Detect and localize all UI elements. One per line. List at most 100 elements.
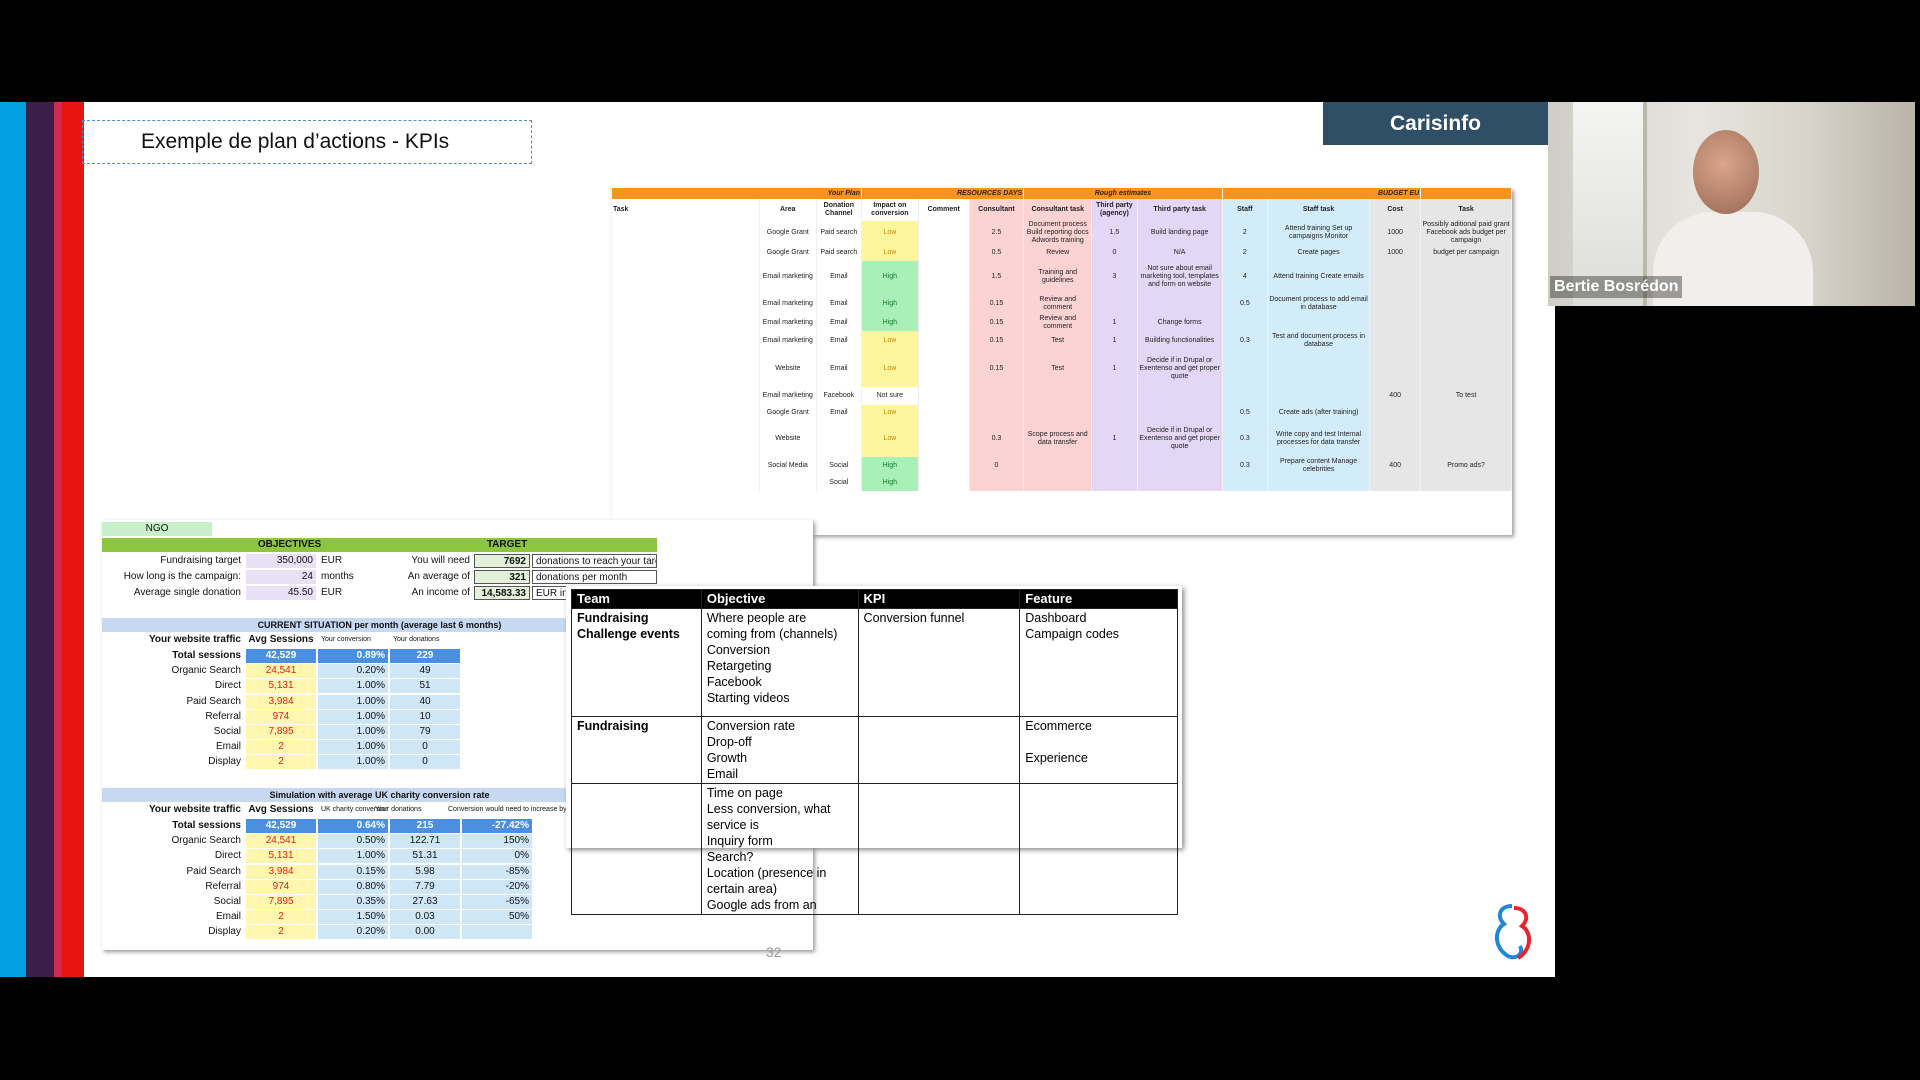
sessions-value: 2 — [246, 755, 316, 770]
plan-cell — [612, 221, 760, 245]
plan-cell: 1 — [1091, 421, 1138, 457]
plan-cell — [612, 245, 760, 261]
plan-row: Google Grant Email Low 0.5 Create ads (after… — [612, 405, 1512, 421]
target-label-text: An income of — [411, 587, 470, 598]
plan-cell: Review — [1023, 245, 1093, 261]
plan-cell — [1369, 315, 1422, 331]
kpi-kpi — [857, 783, 1021, 915]
slide-title: Exemple de plan d’actions - KPIs — [82, 120, 532, 164]
traffic-header: Your website traffic — [148, 634, 241, 645]
plan-cell — [1369, 261, 1422, 293]
plan-cell: Low — [861, 421, 919, 457]
plan-cell — [612, 293, 760, 315]
plan-cell — [1137, 475, 1223, 491]
plan-cell — [918, 457, 970, 475]
plan-column-header: Area — [759, 199, 817, 221]
sessions-value: 7,895 — [246, 725, 316, 739]
sessions-value: 5,131 — [246, 849, 316, 864]
plan-cell: High — [861, 475, 919, 491]
traffic-source: Referral — [205, 710, 241, 722]
plan-cell: Paid search — [816, 245, 863, 261]
plan-cell: Facebook — [816, 387, 863, 405]
plan-cell: 1.5 — [969, 261, 1025, 293]
sheet-row: Display 2 0.20% 0.00 — [102, 925, 813, 940]
plan-cell — [1420, 331, 1512, 351]
plan-cell — [1091, 405, 1138, 421]
traffic-source: Paid Search — [186, 695, 241, 707]
donations-value: 0.03 — [390, 910, 460, 925]
traffic-source: Display — [208, 926, 241, 938]
plan-cell — [1023, 457, 1093, 475]
plan-cell — [612, 421, 760, 457]
group-header-empty — [1420, 188, 1512, 199]
plan-cell: 0.3 — [1222, 421, 1269, 457]
donations-header: Your donations — [375, 806, 422, 813]
plan-row: Email marketing Email High 0.15 Review and c… — [612, 293, 1512, 315]
plan-cell — [612, 405, 760, 421]
kpi-feature: Ecommerce Experience — [1019, 716, 1178, 784]
plan-cell — [1420, 293, 1512, 315]
plan-cell: Social — [816, 475, 863, 491]
plan-cell: Build landing page — [1137, 221, 1223, 245]
plan-cell: Attend training Create emails — [1267, 261, 1371, 293]
plan-cell — [1222, 387, 1269, 405]
kpi-table-card: Team Objective KPI Feature Fundraising C… — [566, 586, 1182, 915]
plan-cell: Review and comment — [1023, 293, 1093, 315]
plan-group-header-row: Your Plan RESOURCES DAYS Rough estimates… — [612, 188, 1512, 199]
plan-cell — [1420, 351, 1512, 387]
plan-cell: Building functionalities — [1137, 331, 1223, 351]
plan-cell: Social — [816, 457, 863, 475]
plan-cell — [1023, 405, 1093, 421]
plan-cell: Email — [816, 261, 863, 293]
plan-cell: Social Media — [759, 457, 817, 475]
plan-row: Email marketing Email High 1.5 Training and … — [612, 261, 1512, 293]
plan-cell: Email — [816, 351, 863, 387]
plan-cell: Email marketing — [759, 261, 817, 293]
webcam-video-tile[interactable]: Bertie Bosrédon — [1548, 102, 1915, 306]
conversion-value: 0.20% — [318, 664, 388, 679]
plan-cell — [918, 351, 970, 387]
plan-cell — [969, 387, 1025, 405]
donations-value: 0 — [390, 755, 460, 770]
objective-value: 45.50 — [246, 586, 316, 600]
plan-cell — [1267, 315, 1371, 331]
plan-cell: Paid search — [816, 221, 863, 245]
donations-value: 215 — [390, 819, 460, 833]
plan-cell — [918, 475, 970, 491]
plan-cell: 0.3 — [1222, 331, 1269, 351]
objective-label: How long is the campaign: — [123, 571, 241, 582]
sessions-value: 2 — [246, 925, 316, 940]
plan-row: Email marketing Email High 0.15 Review and c… — [612, 315, 1512, 331]
target-label-text: An average of — [407, 571, 470, 582]
ngo-label: NGO — [102, 522, 212, 536]
traffic-header: Your website traffic — [148, 804, 241, 815]
sessions-value: 42,529 — [246, 819, 316, 833]
kpi-header-feature: Feature — [1019, 589, 1178, 609]
plan-cell: High — [861, 261, 919, 293]
kpi-kpi — [857, 716, 1021, 784]
plan-cell — [918, 405, 970, 421]
plan-cell: 4 — [1222, 261, 1269, 293]
plan-cell: 1 — [1091, 315, 1138, 331]
traffic-source: Total sessions — [172, 650, 241, 661]
plan-cell: 0.15 — [969, 315, 1025, 331]
plan-cell: Document process to add email in databas… — [1267, 293, 1371, 315]
plan-cell: 0.5 — [1222, 405, 1269, 421]
kpi-feature: Dashboard Campaign codes — [1019, 608, 1178, 717]
target-label-text: You will need — [411, 555, 470, 566]
plan-cell: budget per campaign — [1420, 245, 1512, 261]
sessions-value: 974 — [246, 709, 316, 724]
plan-cell: Google Grant — [759, 221, 817, 245]
plan-cell: 0 — [969, 457, 1025, 475]
objective-label: Average single donation — [133, 587, 241, 598]
plan-cell: Low — [861, 405, 919, 421]
kpi-feature — [1019, 783, 1178, 915]
plan-row: Google Grant Paid search Low 0.5 Review 0 N/A 2… — [612, 245, 1512, 261]
conversion-value: 0.15% — [318, 864, 388, 879]
increase-value: -20% — [462, 879, 532, 894]
sessions-value: 7,895 — [246, 895, 316, 909]
increase-value — [462, 925, 532, 940]
traffic-source: Social — [213, 726, 241, 737]
plan-cell: Google Grant — [759, 245, 817, 261]
plan-cell — [918, 245, 970, 261]
